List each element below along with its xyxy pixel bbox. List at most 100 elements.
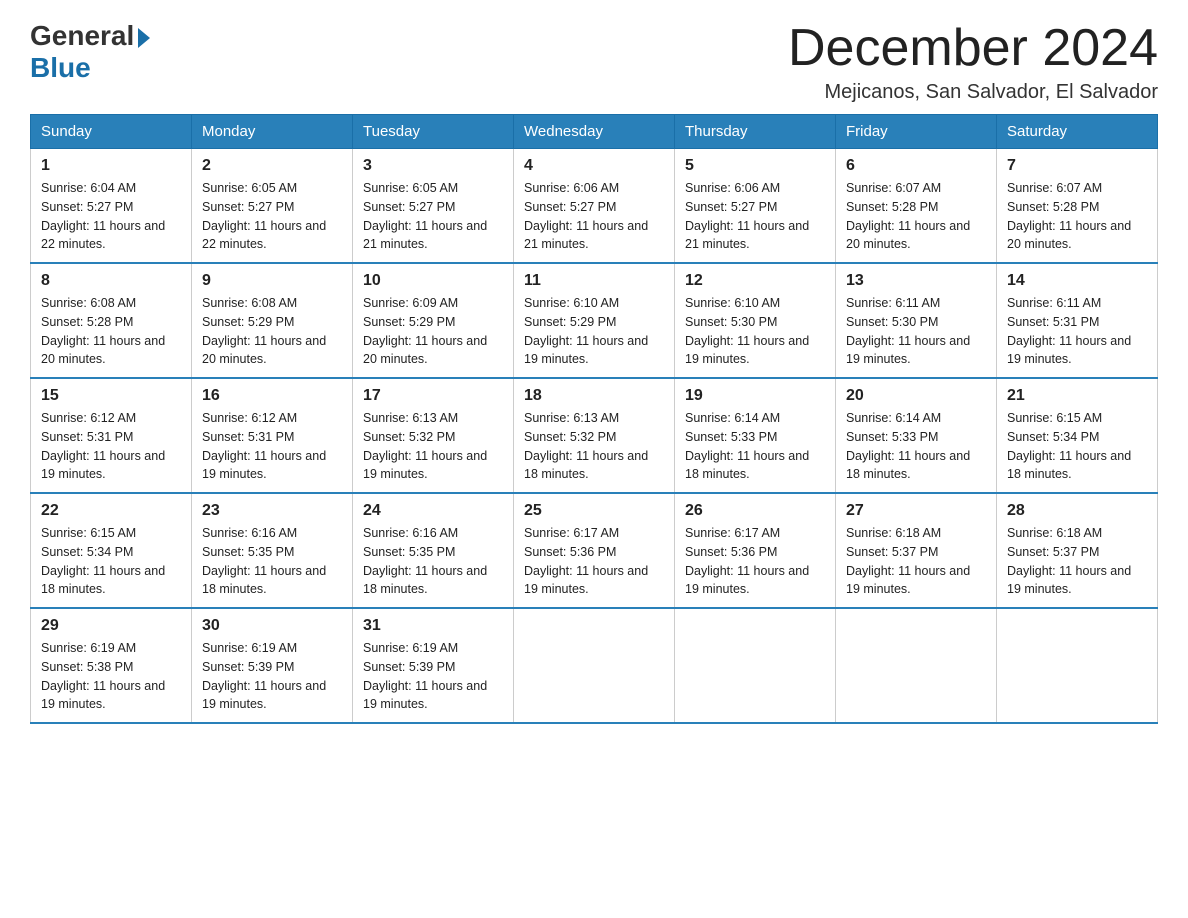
calendar-cell: 24 Sunrise: 6:16 AMSunset: 5:35 PMDayligh… (353, 493, 514, 608)
week-row-5: 29 Sunrise: 6:19 AMSunset: 5:38 PMDayligh… (31, 608, 1158, 723)
day-number: 17 (363, 387, 503, 405)
logo-blue-text: Blue (30, 52, 91, 84)
calendar-cell: 19Sunrise: 6:14 AMSunset: 5:33 PMDayligh… (675, 378, 836, 493)
day-info: Sunrise: 6:16 AMSunset: 5:35 PMDaylight:… (202, 526, 326, 596)
day-number: 31 (363, 617, 503, 635)
calendar-cell: 7 Sunrise: 6:07 AMSunset: 5:28 PMDaylight… (997, 149, 1158, 264)
calendar-cell: 18 Sunrise: 6:13 AMSunset: 5:32 PMDayligh… (514, 378, 675, 493)
day-number: 6 (846, 157, 986, 175)
header-row: SundayMondayTuesdayWednesdayThursdayFrid… (31, 115, 1158, 149)
day-info: Sunrise: 6:04 AMSunset: 5:27 PMDaylight:… (41, 181, 165, 251)
logo: General Blue (30, 20, 150, 84)
calendar-cell: 30 Sunrise: 6:19 AMSunset: 5:39 PMDayligh… (192, 608, 353, 723)
calendar-cell: 1 Sunrise: 6:04 AMSunset: 5:27 PMDaylight… (31, 149, 192, 264)
calendar-cell: 3 Sunrise: 6:05 AMSunset: 5:27 PMDaylight… (353, 149, 514, 264)
day-info: Sunrise: 6:15 AMSunset: 5:34 PMDaylight:… (41, 526, 165, 596)
calendar-cell: 27Sunrise: 6:18 AMSunset: 5:37 PMDayligh… (836, 493, 997, 608)
day-info: Sunrise: 6:13 AMSunset: 5:32 PMDaylight:… (363, 411, 487, 481)
day-number: 10 (363, 272, 503, 290)
day-number: 18 (524, 387, 664, 405)
day-number: 5 (685, 157, 825, 175)
day-number: 7 (1007, 157, 1147, 175)
logo-arrow-icon (138, 28, 150, 48)
day-info: Sunrise: 6:09 AMSunset: 5:29 PMDaylight:… (363, 296, 487, 366)
day-number: 8 (41, 272, 181, 290)
day-number: 4 (524, 157, 664, 175)
day-number: 11 (524, 272, 664, 290)
day-number: 12 (685, 272, 825, 290)
day-number: 13 (846, 272, 986, 290)
subtitle: Mejicanos, San Salvador, El Salvador (788, 81, 1158, 104)
day-info: Sunrise: 6:05 AMSunset: 5:27 PMDaylight:… (202, 181, 326, 251)
day-info: Sunrise: 6:12 AMSunset: 5:31 PMDaylight:… (41, 411, 165, 481)
calendar-cell: 28 Sunrise: 6:18 AMSunset: 5:37 PMDayligh… (997, 493, 1158, 608)
header-day-sunday: Sunday (31, 115, 192, 149)
week-row-3: 15 Sunrise: 6:12 AMSunset: 5:31 PMDayligh… (31, 378, 1158, 493)
day-info: Sunrise: 6:18 AMSunset: 5:37 PMDaylight:… (1007, 526, 1131, 596)
header-day-saturday: Saturday (997, 115, 1158, 149)
day-info: Sunrise: 6:05 AMSunset: 5:27 PMDaylight:… (363, 181, 487, 251)
day-number: 25 (524, 502, 664, 520)
calendar-header: SundayMondayTuesdayWednesdayThursdayFrid… (31, 115, 1158, 149)
day-number: 16 (202, 387, 342, 405)
header-day-thursday: Thursday (675, 115, 836, 149)
day-number: 3 (363, 157, 503, 175)
day-number: 21 (1007, 387, 1147, 405)
day-info: Sunrise: 6:06 AMSunset: 5:27 PMDaylight:… (524, 181, 648, 251)
calendar-cell: 15 Sunrise: 6:12 AMSunset: 5:31 PMDayligh… (31, 378, 192, 493)
day-info: Sunrise: 6:08 AMSunset: 5:28 PMDaylight:… (41, 296, 165, 366)
day-number: 15 (41, 387, 181, 405)
day-info: Sunrise: 6:13 AMSunset: 5:32 PMDaylight:… (524, 411, 648, 481)
calendar-cell: 26 Sunrise: 6:17 AMSunset: 5:36 PMDayligh… (675, 493, 836, 608)
day-info: Sunrise: 6:17 AMSunset: 5:36 PMDaylight:… (685, 526, 809, 596)
day-number: 22 (41, 502, 181, 520)
day-number: 1 (41, 157, 181, 175)
week-row-1: 1 Sunrise: 6:04 AMSunset: 5:27 PMDaylight… (31, 149, 1158, 264)
calendar-cell: 6Sunrise: 6:07 AMSunset: 5:28 PMDaylight… (836, 149, 997, 264)
calendar-cell: 12 Sunrise: 6:10 AMSunset: 5:30 PMDayligh… (675, 263, 836, 378)
calendar-cell: 29 Sunrise: 6:19 AMSunset: 5:38 PMDayligh… (31, 608, 192, 723)
week-row-2: 8 Sunrise: 6:08 AMSunset: 5:28 PMDaylight… (31, 263, 1158, 378)
day-info: Sunrise: 6:06 AMSunset: 5:27 PMDaylight:… (685, 181, 809, 251)
day-info: Sunrise: 6:11 AMSunset: 5:31 PMDaylight:… (1007, 296, 1131, 366)
calendar-cell: 11Sunrise: 6:10 AMSunset: 5:29 PMDayligh… (514, 263, 675, 378)
day-info: Sunrise: 6:14 AMSunset: 5:33 PMDaylight:… (685, 411, 809, 481)
header-day-monday: Monday (192, 115, 353, 149)
day-info: Sunrise: 6:11 AMSunset: 5:30 PMDaylight:… (846, 296, 970, 366)
day-info: Sunrise: 6:10 AMSunset: 5:30 PMDaylight:… (685, 296, 809, 366)
day-info: Sunrise: 6:19 AMSunset: 5:38 PMDaylight:… (41, 641, 165, 711)
calendar-cell: 20Sunrise: 6:14 AMSunset: 5:33 PMDayligh… (836, 378, 997, 493)
page-header: General Blue December 2024 Mejicanos, Sa… (30, 20, 1158, 104)
calendar-cell (675, 608, 836, 723)
day-info: Sunrise: 6:12 AMSunset: 5:31 PMDaylight:… (202, 411, 326, 481)
header-day-friday: Friday (836, 115, 997, 149)
day-info: Sunrise: 6:19 AMSunset: 5:39 PMDaylight:… (202, 641, 326, 711)
calendar-cell: 31Sunrise: 6:19 AMSunset: 5:39 PMDayligh… (353, 608, 514, 723)
calendar-cell: 5 Sunrise: 6:06 AMSunset: 5:27 PMDaylight… (675, 149, 836, 264)
calendar-cell (514, 608, 675, 723)
day-number: 30 (202, 617, 342, 635)
calendar-cell (997, 608, 1158, 723)
day-info: Sunrise: 6:16 AMSunset: 5:35 PMDaylight:… (363, 526, 487, 596)
calendar-cell: 10 Sunrise: 6:09 AMSunset: 5:29 PMDayligh… (353, 263, 514, 378)
day-number: 28 (1007, 502, 1147, 520)
day-number: 29 (41, 617, 181, 635)
calendar-table: SundayMondayTuesdayWednesdayThursdayFrid… (30, 114, 1158, 724)
calendar-cell: 25Sunrise: 6:17 AMSunset: 5:36 PMDayligh… (514, 493, 675, 608)
calendar-cell (836, 608, 997, 723)
day-info: Sunrise: 6:07 AMSunset: 5:28 PMDaylight:… (1007, 181, 1131, 251)
day-info: Sunrise: 6:15 AMSunset: 5:34 PMDaylight:… (1007, 411, 1131, 481)
day-number: 23 (202, 502, 342, 520)
calendar-cell: 16 Sunrise: 6:12 AMSunset: 5:31 PMDayligh… (192, 378, 353, 493)
day-number: 14 (1007, 272, 1147, 290)
day-number: 24 (363, 502, 503, 520)
day-number: 26 (685, 502, 825, 520)
calendar-cell: 22 Sunrise: 6:15 AMSunset: 5:34 PMDayligh… (31, 493, 192, 608)
header-day-wednesday: Wednesday (514, 115, 675, 149)
day-info: Sunrise: 6:18 AMSunset: 5:37 PMDaylight:… (846, 526, 970, 596)
day-number: 20 (846, 387, 986, 405)
calendar-cell: 23 Sunrise: 6:16 AMSunset: 5:35 PMDayligh… (192, 493, 353, 608)
calendar-cell: 4 Sunrise: 6:06 AMSunset: 5:27 PMDaylight… (514, 149, 675, 264)
logo-general-text: General (30, 20, 134, 52)
day-info: Sunrise: 6:08 AMSunset: 5:29 PMDaylight:… (202, 296, 326, 366)
